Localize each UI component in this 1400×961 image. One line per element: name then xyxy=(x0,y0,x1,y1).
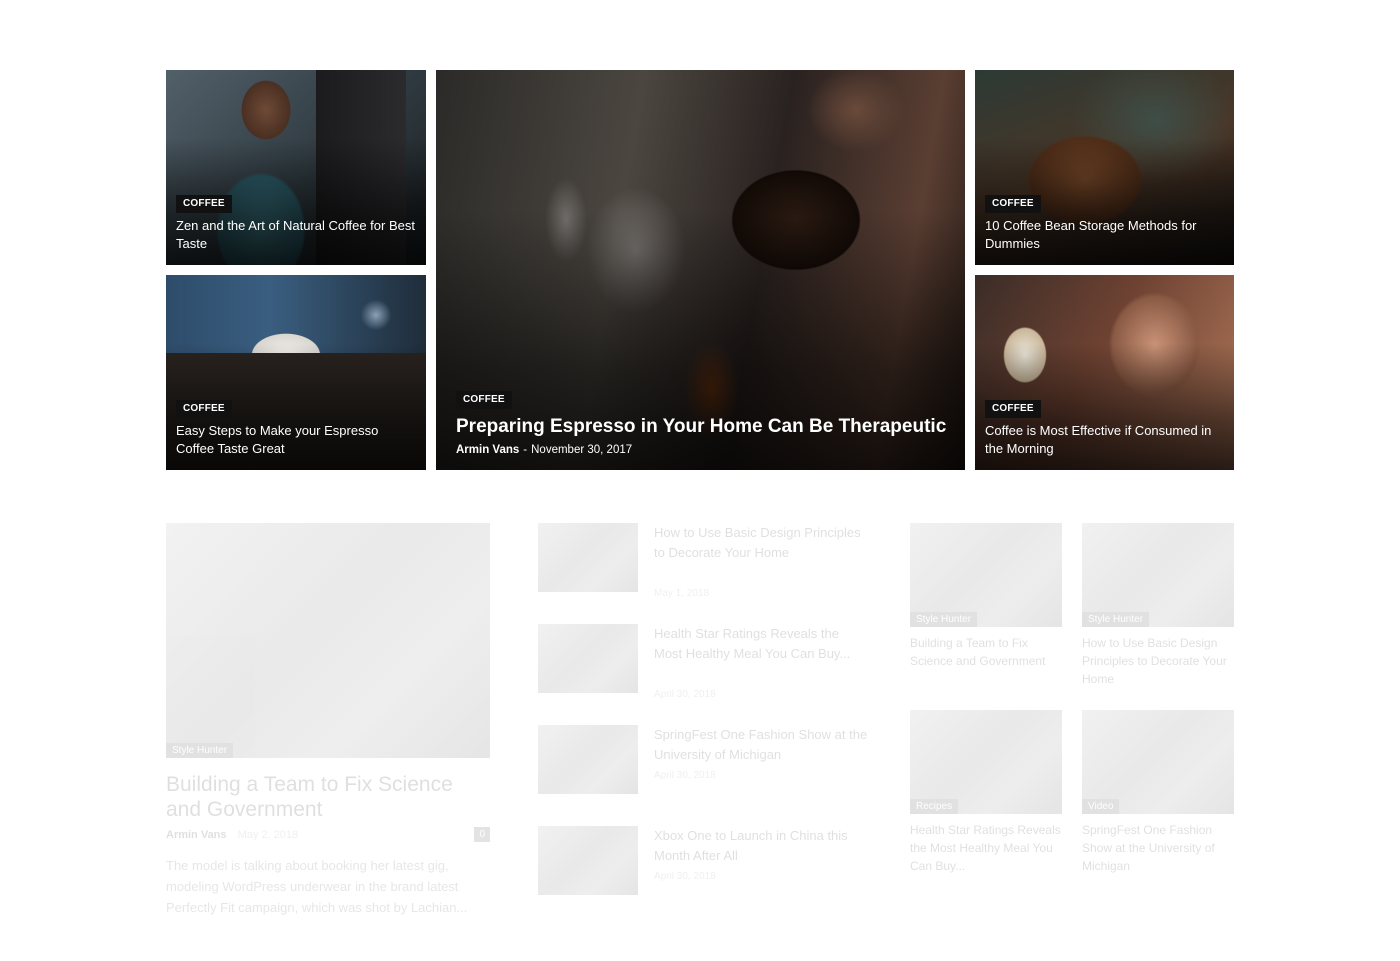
category-badge[interactable]: COFFEE xyxy=(985,400,1041,418)
list-item[interactable]: How to Use Basic Design Principles to De… xyxy=(538,523,868,624)
grid-title[interactable]: Building a Team to Fix Science and Gover… xyxy=(910,634,1062,670)
grid-card[interactable]: Style Hunter How to Use Basic Design Pri… xyxy=(1082,523,1234,688)
featured-tile-2[interactable]: COFFEE Easy Steps to Make your Espresso … xyxy=(166,275,426,470)
list-title[interactable]: Health Star Ratings Reveals the Most Hea… xyxy=(654,624,868,664)
list-item[interactable]: Health Star Ratings Reveals the Most Hea… xyxy=(538,624,868,725)
grid-title[interactable]: How to Use Basic Design Principles to De… xyxy=(1082,634,1234,688)
category-badge[interactable]: Style Hunter xyxy=(166,743,234,758)
grid-thumb[interactable]: Video xyxy=(1082,710,1234,814)
featured-tile-1[interactable]: COFFEE Zen and the Art of Natural Coffee… xyxy=(166,70,426,265)
category-badge[interactable]: COFFEE xyxy=(176,195,232,213)
list-item[interactable]: SpringFest One Fashion Show at the Unive… xyxy=(538,725,868,826)
byline-separator: - xyxy=(523,444,528,456)
category-badge[interactable]: COFFEE xyxy=(985,195,1041,213)
list-title[interactable]: How to Use Basic Design Principles to De… xyxy=(654,523,868,563)
list-title[interactable]: Xbox One to Launch in China this Month A… xyxy=(654,826,868,866)
category-badge[interactable]: COFFEE xyxy=(456,391,512,409)
category-badge[interactable]: Style Hunter xyxy=(910,612,978,627)
comment-count[interactable]: 0 xyxy=(474,827,490,842)
list-title[interactable]: SpringFest One Fashion Show at the Unive… xyxy=(654,725,868,765)
article-grid: Style Hunter Building a Team to Fix Scie… xyxy=(910,523,1234,883)
list-thumb[interactable] xyxy=(538,826,638,895)
grid-card[interactable]: Video SpringFest One Fashion Show at the… xyxy=(1082,710,1234,875)
lead-article: Style Hunter Building a Team to Fix Scie… xyxy=(166,523,490,918)
list-thumb[interactable] xyxy=(538,523,638,592)
author-link[interactable]: Armin Vans xyxy=(456,444,519,456)
featured-tile-4[interactable]: COFFEE Coffee is Most Effective if Consu… xyxy=(975,275,1234,470)
main-title[interactable]: Preparing Espresso in Your Home Can Be T… xyxy=(456,414,955,440)
grid-thumb[interactable]: Recipes xyxy=(910,710,1062,814)
author-link[interactable]: Armin Vans xyxy=(166,829,227,841)
tile-title[interactable]: 10 Coffee Bean Storage Methods for Dummi… xyxy=(985,217,1224,253)
featured-mosaic: COFFEE Zen and the Art of Natural Coffee… xyxy=(166,70,1234,470)
lead-image[interactable]: Style Hunter xyxy=(166,523,490,758)
featured-main-tile[interactable]: COFFEE Preparing Espresso in Your Home C… xyxy=(436,70,965,470)
lead-excerpt: The model is talking about booking her l… xyxy=(166,858,468,915)
category-badge[interactable]: Video xyxy=(1082,799,1120,814)
tile-title[interactable]: Easy Steps to Make your Espresso Coffee … xyxy=(176,422,416,458)
grid-card[interactable]: Style Hunter Building a Team to Fix Scie… xyxy=(910,523,1062,670)
tile-title[interactable]: Zen and the Art of Natural Coffee for Be… xyxy=(176,217,416,253)
article-list: How to Use Basic Design Principles to De… xyxy=(538,523,868,927)
grid-title[interactable]: SpringFest One Fashion Show at the Unive… xyxy=(1082,821,1234,875)
list-item[interactable]: Xbox One to Launch in China this Month A… xyxy=(538,826,868,927)
lead-title[interactable]: Building a Team to Fix Science and Gover… xyxy=(166,772,490,822)
grid-card[interactable]: Recipes Health Star Ratings Reveals the … xyxy=(910,710,1062,875)
list-thumb[interactable] xyxy=(538,725,638,794)
tile-title[interactable]: Coffee is Most Effective if Consumed in … xyxy=(985,422,1224,458)
list-date: April 30, 2018 xyxy=(654,770,716,781)
featured-tile-3[interactable]: COFFEE 10 Coffee Bean Storage Methods fo… xyxy=(975,70,1234,265)
list-date: May 1, 2018 xyxy=(654,588,710,599)
grid-thumb[interactable]: Style Hunter xyxy=(1082,523,1234,627)
grid-thumb[interactable]: Style Hunter xyxy=(910,523,1062,627)
list-thumb[interactable] xyxy=(538,624,638,693)
grid-title[interactable]: Health Star Ratings Reveals the Most Hea… xyxy=(910,821,1062,875)
post-date: May 2, 2018 xyxy=(237,829,299,841)
category-badge[interactable]: Style Hunter xyxy=(1082,612,1150,627)
category-badge[interactable]: Recipes xyxy=(910,799,959,814)
lead-meta: Armin Vans May 2, 2018 0 xyxy=(166,827,490,842)
category-badge[interactable]: COFFEE xyxy=(176,400,232,418)
post-date: November 30, 2017 xyxy=(531,444,633,456)
byline: Armin Vans - November 30, 2017 xyxy=(456,444,955,456)
list-date: April 30, 2018 xyxy=(654,689,716,700)
list-date: April 30, 2018 xyxy=(654,871,716,882)
